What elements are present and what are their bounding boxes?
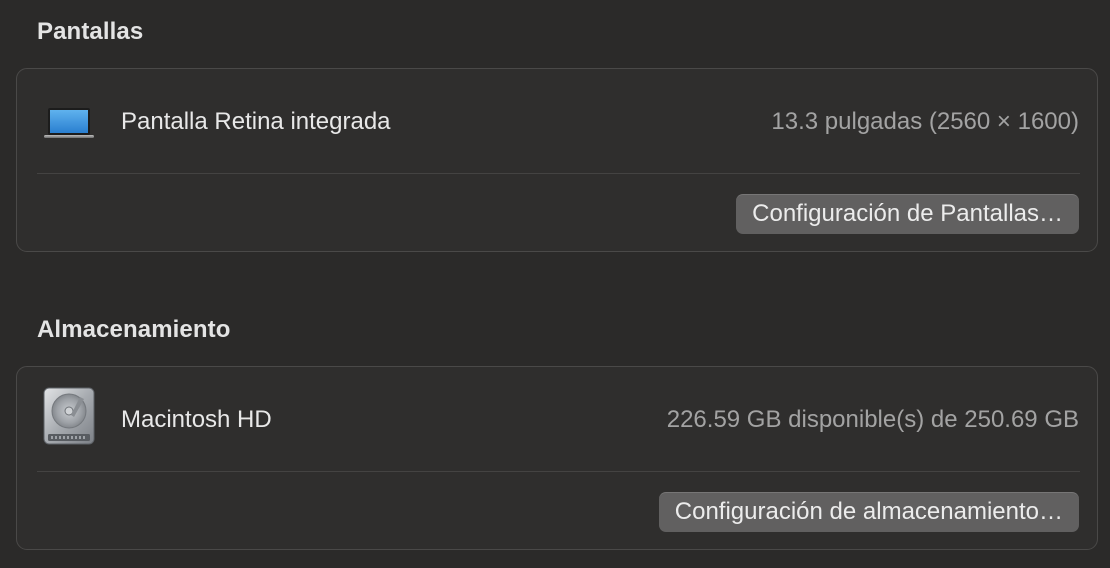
displays-divider bbox=[37, 173, 1080, 174]
display-row: Pantalla Retina integrada 13.3 pulgadas … bbox=[17, 69, 1097, 174]
hard-drive-icon bbox=[40, 387, 98, 452]
storage-card: Macintosh HD 226.59 GB disponible(s) de … bbox=[16, 366, 1098, 550]
display-name: Pantalla Retina integrada bbox=[121, 108, 391, 135]
storage-divider bbox=[37, 471, 1080, 472]
laptop-icon bbox=[43, 107, 95, 144]
storage-detail: 226.59 GB disponible(s) de 250.69 GB bbox=[666, 406, 1079, 433]
storage-section-title: Almacenamiento bbox=[37, 316, 231, 343]
storage-row: Macintosh HD 226.59 GB disponible(s) de … bbox=[17, 367, 1097, 472]
display-settings-button[interactable]: Configuración de Pantallas… bbox=[736, 194, 1079, 234]
storage-settings-button[interactable]: Configuración de almacenamiento… bbox=[658, 492, 1079, 532]
display-detail: 13.3 pulgadas (2560 × 1600) bbox=[771, 108, 1079, 135]
storage-name: Macintosh HD bbox=[121, 406, 272, 433]
displays-section-title: Pantallas bbox=[37, 18, 144, 45]
displays-card: Pantalla Retina integrada 13.3 pulgadas … bbox=[16, 68, 1098, 252]
